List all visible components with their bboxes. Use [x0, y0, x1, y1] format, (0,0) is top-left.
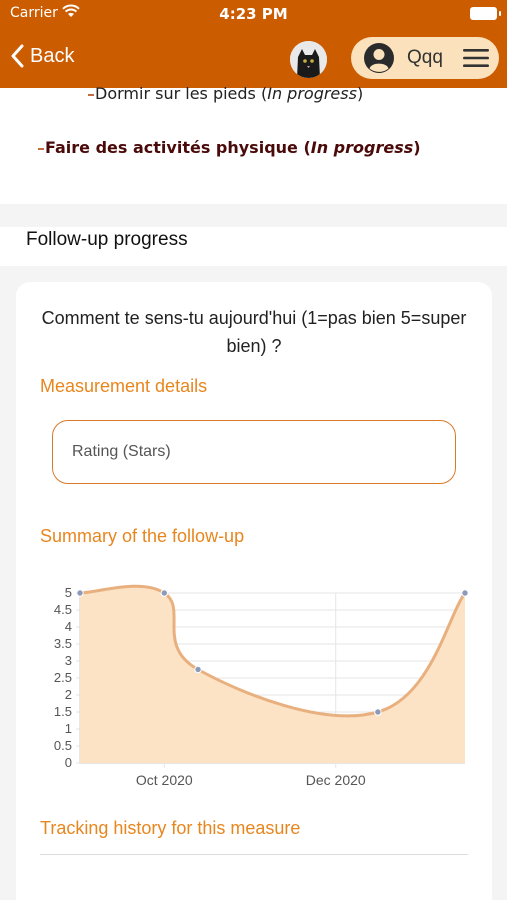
- goals-list: Dormir sur les pieds (In progress) Faire…: [0, 84, 507, 204]
- measurement-type-field[interactable]: Rating (Stars): [52, 420, 456, 484]
- data-point: [194, 665, 202, 674]
- y-tick-label: 2: [65, 687, 72, 702]
- user-icon: [364, 43, 394, 73]
- goal-status: In progress: [267, 84, 357, 103]
- cat-avatar-icon: [290, 41, 327, 78]
- y-tick-label: 2.5: [54, 670, 72, 685]
- y-tick-label: 0: [65, 755, 72, 770]
- user-name: Qqq: [407, 47, 443, 68]
- followup-card: Comment te sens-tu aujourd'hui (1=pas bi…: [16, 282, 492, 900]
- data-point: [374, 708, 382, 716]
- y-tick-label: 4: [65, 619, 72, 634]
- y-tick-label: 5: [65, 585, 72, 600]
- data-point: [160, 589, 169, 597]
- back-button[interactable]: Back: [10, 40, 74, 72]
- followup-header: Follow-up progress: [0, 227, 507, 266]
- y-tick-label: 1.5: [54, 704, 72, 719]
- goal-text: Faire des activités physique (: [45, 138, 311, 157]
- goal-item[interactable]: Faire des activités physique (In progres…: [38, 138, 421, 157]
- nav-bar: Back Qqq: [0, 28, 507, 88]
- series-area: [80, 586, 465, 763]
- question-text: Comment te sens-tu aujourd'hui (1=pas bi…: [41, 308, 467, 356]
- avatar[interactable]: [290, 41, 327, 78]
- section-heading: Follow-up progress: [26, 229, 188, 250]
- y-tick-label: 3.5: [54, 636, 72, 651]
- y-tick-label: 0.5: [54, 738, 72, 753]
- hamburger-menu-icon: [463, 49, 489, 67]
- y-tick-label: 3: [65, 653, 72, 668]
- y-tick-label: 1: [65, 721, 72, 736]
- chevron-left-icon: [11, 44, 24, 68]
- x-tick-label: Oct 2020: [136, 772, 193, 788]
- goal-bullet: [88, 93, 94, 96]
- status-bar: Carrier 4:23 PM: [0, 0, 507, 28]
- history-divider: [40, 854, 468, 855]
- goal-item[interactable]: Dormir sur les pieds (In progress): [88, 84, 363, 103]
- battery-icon: [470, 7, 501, 20]
- clock: 4:23 PM: [219, 5, 288, 23]
- followup-chart: 5 4.5 4 3.5 3 2.5 2 1.5 1 0.5 0 Oct 2020 Dec 2020: [54, 584, 469, 788]
- goal-text: Dormir sur les pieds (: [95, 84, 268, 103]
- history-title: Tracking history for this measure: [40, 818, 301, 838]
- summary-title: Summary of the follow-up: [40, 526, 245, 546]
- data-point: [461, 589, 469, 597]
- goal-text-end: ): [356, 84, 364, 103]
- user-menu-button[interactable]: Qqq: [351, 37, 499, 79]
- back-label: Back: [30, 44, 75, 67]
- data-point: [76, 589, 84, 597]
- x-tick-label: Dec 2020: [306, 772, 366, 788]
- goal-text-end: ): [413, 138, 421, 157]
- goal-status: In progress: [310, 138, 414, 157]
- measurement-details-title: Measurement details: [40, 376, 208, 396]
- y-tick-label: 4.5: [54, 602, 72, 617]
- goal-bullet: [38, 147, 44, 150]
